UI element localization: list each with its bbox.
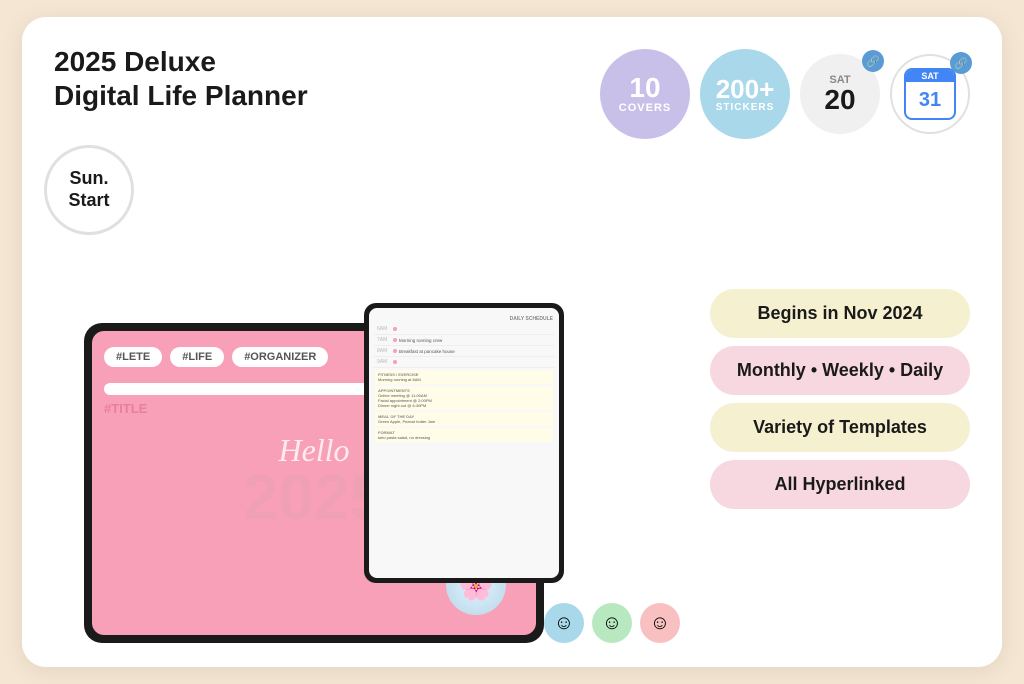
feature-monthly: Monthly • Weekly • Daily [710,346,970,395]
format-section: FORMAT keto pasta salad, no dressing [375,428,553,442]
tag-1: #LETE [104,347,162,367]
page-title: 2025 Deluxe Digital Life Planner [54,45,308,112]
sun-start-badge: Sun. Start [44,145,134,235]
left-panel: Sun. Start #LETE #LIFE #ORGANIZER → #TIT… [54,155,680,643]
feature-begins: Begins in Nov 2024 [710,289,970,338]
feature-variety: Variety of Templates [710,403,970,452]
sched-row-2: 7AM Morning running crew [373,335,555,346]
covers-badge: 10 COVERS [600,49,690,139]
feature-hyperlinked: All Hyperlinked [710,460,970,509]
main-card: 2025 Deluxe Digital Life Planner 10 COVE… [22,17,1002,667]
gcal-inner: SAT 31 [904,68,956,120]
tag-2: #LIFE [170,347,224,367]
link-icon: 🔗 [862,50,884,72]
sched-row-4: 9AM [373,357,555,368]
tablet-main: #LETE #LIFE #ORGANIZER → #TITLE Hello 20… [84,323,544,643]
appointments-section: APPOINTMENTS Online meeting @ 11:00AM Fa… [375,386,553,410]
stickers-badge: 200+ STICKERS [700,49,790,139]
top-section: 2025 Deluxe Digital Life Planner 10 COVE… [54,45,970,139]
circle-green: ☺ [592,603,632,643]
meal-section: MEAL OF THE DAY Green Apple, Peanut butt… [375,412,553,426]
tablet-screen-secondary: DAILY SCHEDULE 6AM 7AM Morning running c… [369,308,559,578]
sched-row-3: 8AM Breakfast at pancake house [373,346,555,357]
bottom-circles: ☺ ☺ ☺ [544,603,680,643]
fitness-section: FITNESS / EXERCISE Morning running at 6A… [375,370,553,384]
circle-pink: ☺ [640,603,680,643]
main-content: Sun. Start #LETE #LIFE #ORGANIZER → #TIT… [54,155,970,643]
tag-3: #ORGANIZER [232,347,328,367]
google-calendar-badge: 🔗 SAT 31 [890,54,970,134]
right-panel: Begins in Nov 2024 Monthly • Weekly • Da… [700,155,970,643]
sched-row-1: 6AM [373,324,555,335]
schedule-header: DAILY SCHEDULE [373,314,555,324]
calendar-date-badge: 🔗 SAT 20 [800,54,880,134]
circle-blue: ☺ [544,603,584,643]
title-block: 2025 Deluxe Digital Life Planner [54,45,308,112]
badges-row: 10 COVERS 200+ STICKERS 🔗 SAT 20 🔗 SAT 3… [600,49,970,139]
link-icon-2: 🔗 [950,52,972,74]
tablet-secondary: DAILY SCHEDULE 6AM 7AM Morning running c… [364,303,564,583]
